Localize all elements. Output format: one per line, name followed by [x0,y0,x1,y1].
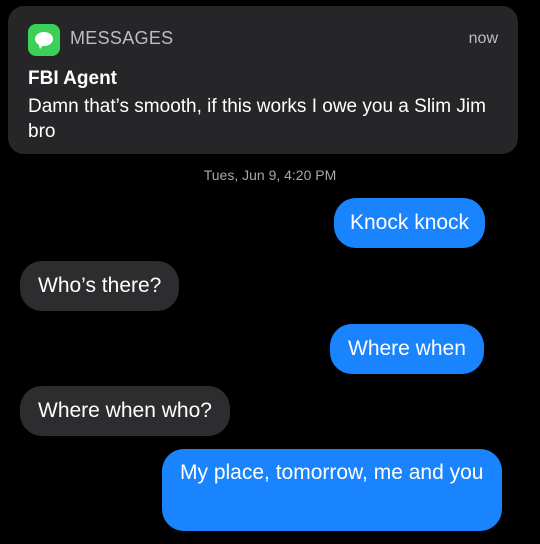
notification-app-name: MESSAGES [70,28,174,48]
notification-banner[interactable]: MESSAGES now FBI Agent Damn that’s smoot… [8,6,518,154]
notification-time: now [468,30,498,47]
message-bubble-sent[interactable]: Where when [330,324,484,374]
conversation-timestamp: Tues, Jun 9, 4:20 PM [203,167,337,183]
notification-sender: FBI Agent [28,68,118,89]
message-bubble-sent[interactable]: Knock knock [334,198,486,248]
messages-app-icon [28,24,60,56]
message-bubble-received[interactable]: Where when who? [20,386,230,436]
message-bubble-received[interactable]: Who’s there? [20,261,180,311]
message-bubble-sent[interactable]: My place, tomorrow, me and you [162,449,502,531]
notification-body: Damn that’s smooth, if this works I owe … [28,96,486,142]
